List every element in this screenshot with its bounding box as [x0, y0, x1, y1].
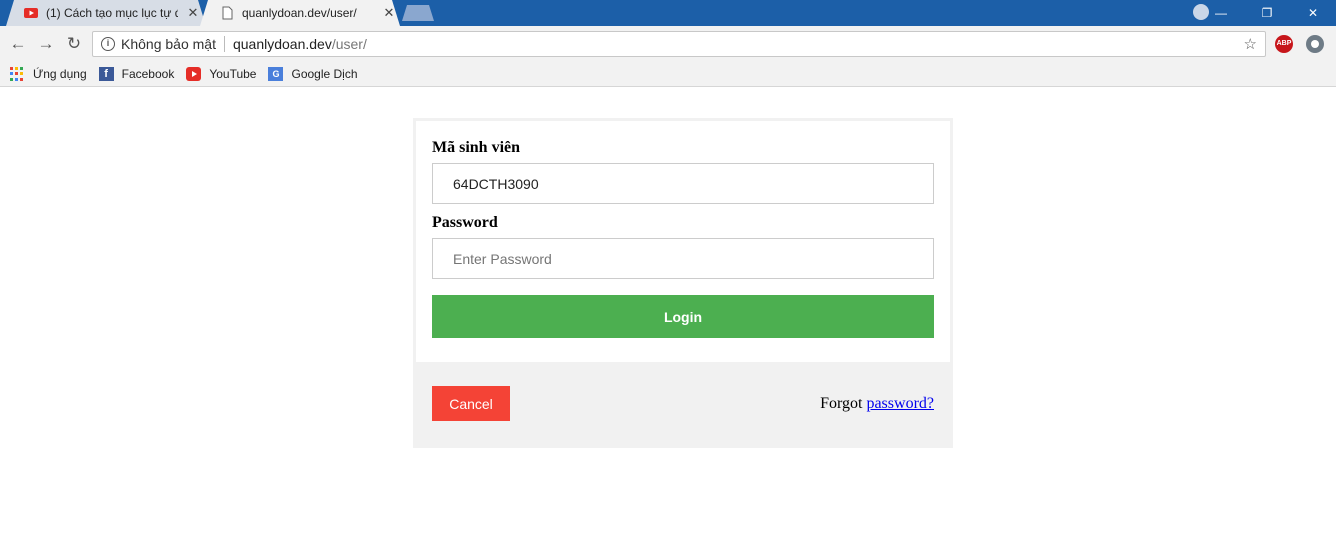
bookmark-facebook[interactable]: f Facebook [98, 67, 175, 81]
page-icon [220, 6, 234, 20]
password-input[interactable]: Enter Password [432, 238, 934, 279]
google-translate-icon: G [268, 67, 284, 81]
forgot-password: Forgot password? [820, 395, 934, 413]
forgot-text: Forgot [820, 395, 863, 412]
cancel-button[interactable]: Cancel [432, 386, 510, 421]
window-controls: — ❐ ✕ [1198, 0, 1336, 26]
bookmark-label: Ứng dụng [33, 67, 87, 81]
adblock-icon[interactable]: ABP [1275, 35, 1293, 53]
student-id-input[interactable]: 64DCTH3090 [432, 163, 934, 204]
new-tab-button[interactable] [402, 5, 434, 21]
tab-quanlydoan[interactable]: quanlydoan.dev/user/ ✕ [200, 0, 400, 26]
bookmark-youtube[interactable]: YouTube [186, 67, 256, 81]
bookmark-apps[interactable]: Ứng dụng [10, 67, 87, 81]
forgot-password-link[interactable]: password? [866, 395, 934, 412]
login-button[interactable]: Login [432, 295, 934, 338]
close-icon[interactable]: ✕ [186, 5, 200, 21]
url-path: /user/ [331, 36, 367, 52]
restore-icon[interactable]: ❐ [1244, 6, 1290, 20]
student-id-label: Mã sinh viên [432, 139, 521, 156]
login-card: Mã sinh viên 64DCTH3090 Password Enter P… [413, 118, 953, 448]
bookmark-label: YouTube [209, 67, 257, 81]
address-separator [223, 36, 225, 52]
tab-title: (1) Cách tạo mục lục tự đ [46, 6, 178, 20]
facebook-icon: f [98, 67, 114, 81]
minimize-icon[interactable]: — [1198, 6, 1244, 20]
bookmark-star-icon[interactable]: ☆ [1244, 35, 1257, 53]
reload-icon[interactable]: ↻ [64, 34, 84, 54]
forward-icon[interactable]: → [36, 34, 56, 54]
extension-eye-icon[interactable] [1306, 35, 1324, 53]
password-label: Password [432, 214, 498, 231]
back-icon[interactable]: ← [8, 34, 28, 54]
bookmarks-bar: Ứng dụng f Facebook YouTube G Google Dịc… [0, 62, 1336, 87]
security-label[interactable]: Không bảo mật [121, 36, 216, 52]
browser-toolbar: ← → ↻ i Không bảo mật quanlydoan.dev/use… [0, 26, 1336, 62]
browser-tab-bar: (1) Cách tạo mục lục tự đ ✕ quanlydoan.d… [0, 0, 1336, 26]
bookmark-label: Google Dịch [291, 67, 358, 81]
window-close-icon[interactable]: ✕ [1290, 6, 1336, 20]
info-icon[interactable]: i [101, 37, 115, 51]
close-icon[interactable]: ✕ [382, 5, 396, 21]
tab-title: quanlydoan.dev/user/ [242, 6, 357, 20]
address-bar[interactable]: i Không bảo mật quanlydoan.dev/user/ ☆ [92, 31, 1266, 57]
url-host: quanlydoan.dev [232, 36, 332, 52]
login-form: Mã sinh viên 64DCTH3090 Password Enter P… [416, 121, 950, 362]
tab-youtube[interactable]: (1) Cách tạo mục lục tự đ ✕ [6, 0, 206, 26]
apps-icon [10, 67, 25, 81]
youtube-icon [186, 67, 202, 81]
bookmark-google-translate[interactable]: G Google Dịch [268, 67, 358, 81]
youtube-icon [24, 6, 38, 20]
bookmark-label: Facebook [121, 67, 175, 81]
